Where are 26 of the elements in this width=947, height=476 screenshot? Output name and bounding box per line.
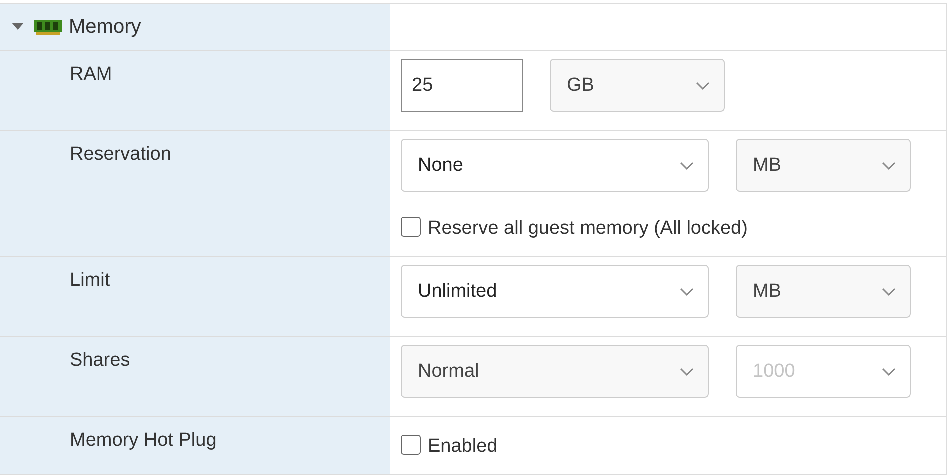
checkbox-label[interactable]: Enabled [428,436,498,458]
checkbox-label[interactable]: Reserve all guest memory (All locked) [428,218,748,240]
dropdown[interactable]: None [401,139,709,192]
number-field[interactable]: 25 [401,59,523,112]
dropdown[interactable]: Normal [401,345,709,398]
dropdown[interactable]: GB [550,59,725,112]
checkbox[interactable] [401,217,421,237]
field-label: Limit [69,269,112,292]
caret-icon[interactable] [12,23,24,31]
chevron-icon [882,162,896,170]
field-label: RAM [69,63,114,86]
field-label: Shares [69,349,132,372]
chevron-icon [680,162,694,170]
dropdown[interactable]: MB [736,139,911,192]
field-label: Memory Hot Plug [69,429,218,452]
chevron-icon [882,288,896,296]
chevron-icon [680,368,694,376]
dropdown[interactable]: Unlimited [401,265,709,318]
chevron-icon [696,82,710,90]
section-title: Memory [69,16,142,38]
field-label: Reservation [69,143,172,166]
chevron-icon [680,288,694,296]
memory-chip-icon [34,19,62,35]
chevron-icon [882,368,896,376]
dropdown[interactable]: MB [736,265,911,318]
checkbox[interactable] [401,435,421,455]
